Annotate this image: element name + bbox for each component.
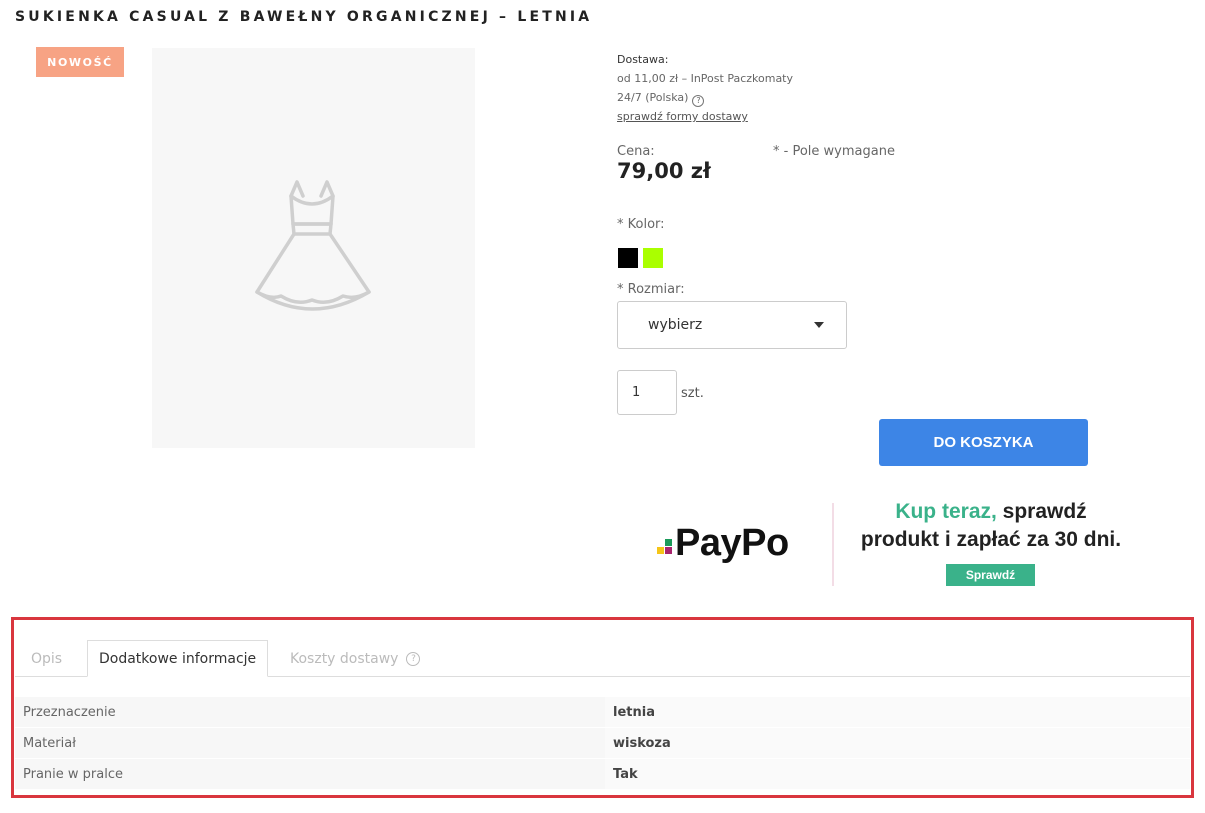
color-label: * Kolor: <box>617 217 665 232</box>
required-note: * - Pole wymagane <box>773 144 895 159</box>
paypo-logo-text: PayPo <box>675 522 789 564</box>
info-value: letnia <box>605 697 1190 727</box>
new-badge: NOWOŚĆ <box>36 47 124 77</box>
table-row: Materiał wiskoza <box>15 728 1190 758</box>
delivery-line-2-row: 24/7 (Polska)? <box>617 88 793 107</box>
paypo-check-button[interactable]: Sprawdź <box>946 564 1035 586</box>
tab-dodatkowe-informacje[interactable]: Dodatkowe informacje <box>87 640 269 677</box>
color-swatch-black[interactable] <box>618 248 638 268</box>
paypo-tagline-green: Kup teraz, <box>895 500 997 523</box>
product-title: SUKIENKA CASUAL Z BAWEŁNY ORGANICZNEJ – … <box>15 9 593 25</box>
info-key: Materiał <box>15 728 605 758</box>
info-key: Przeznaczenie <box>15 697 605 727</box>
table-row: Przeznaczenie letnia <box>15 697 1190 727</box>
paypo-divider <box>832 503 834 586</box>
delivery-line-1: od 11,00 zł – InPost Paczkomaty <box>617 72 794 85</box>
paypo-tagline-1: Kup teraz, sprawdź <box>849 500 1133 524</box>
quantity-input[interactable] <box>617 370 677 415</box>
size-select-value: wybierz <box>648 317 703 333</box>
price-value: 79,00 zł <box>617 159 711 183</box>
chevron-down-icon <box>814 322 824 328</box>
add-to-cart-button[interactable]: DO KOSZYKA <box>879 419 1088 466</box>
product-image[interactable] <box>152 48 475 448</box>
info-value: Tak <box>605 759 1190 789</box>
paypo-logo-icon <box>657 539 672 554</box>
table-row: Pranie w pralce Tak <box>15 759 1190 789</box>
size-label: * Rozmiar: <box>617 282 685 297</box>
delivery-line-2: 24/7 (Polska) <box>617 91 689 104</box>
paypo-logo: PayPo <box>657 522 789 565</box>
delivery-info: Dostawa: od 11,00 zł – InPost Paczkomaty… <box>617 50 793 126</box>
tab-opis[interactable]: Opis <box>31 640 62 677</box>
size-select[interactable]: wybierz <box>617 301 847 349</box>
help-icon[interactable]: ? <box>692 95 705 107</box>
paypo-tagline-rest: sprawdź <box>996 500 1087 523</box>
tab-dodatkowe-informacje-label: Dodatkowe informacje <box>99 650 257 667</box>
tab-koszty-dostawy-label: Koszty dostawy <box>290 650 399 667</box>
delivery-methods-link[interactable]: sprawdź formy dostawy <box>617 110 748 123</box>
price-label: Cena: <box>617 144 655 159</box>
info-value: wiskoza <box>605 728 1190 758</box>
quantity-unit: szt. <box>681 386 704 401</box>
color-swatch-lime[interactable] <box>643 248 663 268</box>
tab-koszty-dostawy[interactable]: Koszty dostawy? <box>290 640 421 677</box>
help-icon[interactable]: ? <box>406 651 421 666</box>
tab-opis-label: Opis <box>31 650 63 667</box>
dress-icon <box>255 180 371 311</box>
info-key: Pranie w pralce <box>15 759 605 789</box>
delivery-label: Dostawa: <box>617 53 669 66</box>
paypo-tagline-2: produkt i zapłać za 30 dni. <box>860 528 1122 551</box>
